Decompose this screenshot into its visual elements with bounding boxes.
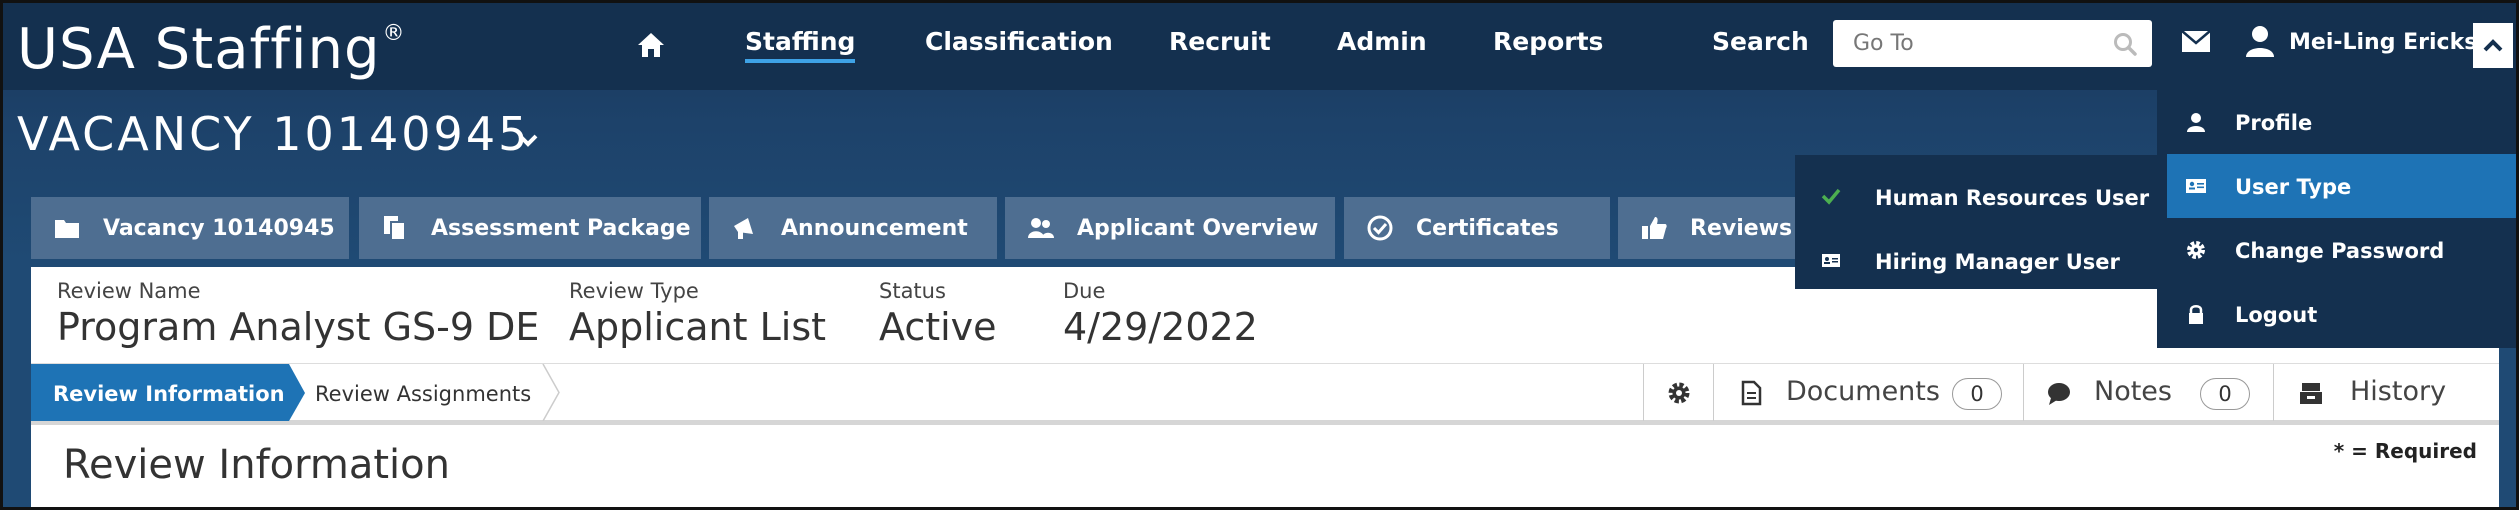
field-label: Due: [1063, 279, 1106, 303]
nav-admin[interactable]: Admin: [1337, 27, 1427, 56]
user-dropdown-menu: Profile User Type Change Password Logout: [2157, 90, 2516, 348]
search-icon[interactable]: [2112, 31, 2138, 57]
notes-count-badge: 0: [2200, 378, 2250, 410]
review-name-field: Review Name Program Analyst GS-9 DE: [57, 279, 539, 349]
subtab-review-assignments[interactable]: Review Assignments: [315, 382, 531, 406]
user-menu-toggle[interactable]: [2473, 23, 2513, 68]
subtab-label: Review Information: [53, 382, 285, 406]
nav-recruit[interactable]: Recruit: [1169, 27, 1271, 56]
menu-item-logout[interactable]: Logout: [2157, 282, 2516, 346]
nav-search[interactable]: Search: [1712, 27, 1809, 56]
user-type-label: Human Resources User: [1875, 186, 2150, 210]
id-card-icon: [1822, 254, 1840, 267]
due-field: Due 4/29/2022: [1063, 279, 1258, 349]
person-icon: [2187, 113, 2205, 132]
app-frame: USA Staffing® Staffing Classification Re…: [0, 0, 2519, 510]
menu-item-label: Logout: [2235, 303, 2318, 327]
field-label: Status: [879, 279, 946, 303]
chevron-up-icon: [2483, 39, 2503, 52]
user-type-submenu: Human Resources User Hiring Manager User: [1795, 155, 2157, 289]
menu-item-label: User Type: [2235, 175, 2352, 199]
user-type-label: Hiring Manager User: [1875, 250, 2120, 274]
tab-label: Certificates: [1416, 216, 1559, 241]
menu-item-label: Profile: [2235, 111, 2313, 135]
field-value: Program Analyst GS-9 DE: [57, 305, 540, 349]
field-value: 4/29/2022: [1063, 305, 1258, 349]
review-subtabs: Review Information Review Assignments Do…: [31, 363, 2499, 425]
tab-reviews[interactable]: Reviews: [1618, 197, 1808, 259]
field-label: Review Type: [569, 279, 699, 303]
required-note: * = Required: [2333, 439, 2477, 463]
tab-label: Assessment Package: [431, 216, 691, 241]
megaphone-icon: [734, 218, 753, 239]
checkmark-icon: [1821, 188, 1841, 205]
documents-label: Documents: [1786, 376, 1940, 407]
vacancy-title[interactable]: VACANCY 10140945: [17, 107, 530, 161]
notes-label: Notes: [2094, 376, 2172, 407]
review-type-field: Review Type Applicant List: [569, 279, 826, 349]
tab-assessment-package[interactable]: Assessment Package: [359, 197, 701, 259]
id-card-icon: [2186, 179, 2206, 193]
user-avatar-icon[interactable]: [2245, 25, 2275, 57]
tab-vacancy[interactable]: Vacancy 10140945: [31, 197, 349, 259]
tab-label: Announcement: [781, 216, 968, 241]
documents-button[interactable]: Documents 0: [1713, 364, 2023, 421]
tab-applicant-overview[interactable]: Applicant Overview: [1005, 197, 1335, 259]
nav-staffing[interactable]: Staffing: [745, 27, 856, 63]
logo-registered-mark: ®: [382, 21, 406, 46]
section-title: Review Information: [63, 442, 450, 488]
field-value: Active: [879, 305, 997, 349]
menu-item-change-password[interactable]: Change Password: [2157, 218, 2516, 282]
chevron-down-icon[interactable]: [517, 131, 539, 149]
nav-reports[interactable]: Reports: [1493, 27, 1603, 56]
folder-icon: [55, 220, 79, 238]
documents-count-badge: 0: [1952, 378, 2002, 410]
top-navigation-bar: USA Staffing® Staffing Classification Re…: [3, 3, 2516, 90]
archive-box-icon: [2300, 383, 2322, 404]
goto-input[interactable]: [1833, 20, 2103, 67]
app-logo[interactable]: USA Staffing®: [17, 17, 406, 82]
tab-label: Applicant Overview: [1077, 216, 1319, 241]
menu-item-user-type[interactable]: User Type: [2167, 154, 2516, 218]
menu-item-profile[interactable]: Profile: [2157, 90, 2516, 154]
tab-label: Reviews: [1690, 216, 1793, 241]
field-label: Review Name: [57, 279, 201, 303]
history-button[interactable]: History: [2273, 364, 2499, 421]
review-panel: Review Name Program Analyst GS-9 DE Revi…: [31, 267, 2499, 507]
user-type-hiring-manager[interactable]: Hiring Manager User: [1795, 229, 2157, 293]
nav-classification[interactable]: Classification: [925, 27, 1113, 56]
subtab-review-information[interactable]: Review Information: [31, 364, 289, 421]
history-label: History: [2350, 376, 2447, 407]
gear-icon: [1668, 382, 1690, 404]
status-field: Status Active: [879, 279, 997, 349]
document-icon: [1741, 380, 1762, 406]
tab-certificates[interactable]: Certificates: [1344, 197, 1610, 259]
subtab-divider-arrow: [542, 364, 560, 421]
tab-label: Vacancy 10140945: [103, 216, 335, 241]
documents-icon: [384, 216, 406, 241]
menu-item-label: Change Password: [2235, 239, 2445, 263]
lock-icon: [2189, 305, 2203, 324]
user-type-human-resources[interactable]: Human Resources User: [1795, 165, 2157, 229]
field-value: Applicant List: [569, 305, 827, 349]
settings-button[interactable]: [1643, 364, 1713, 421]
thumbs-up-icon: [1642, 217, 1667, 239]
tab-announcement[interactable]: Announcement: [709, 197, 997, 259]
goto-box: [1833, 20, 2152, 67]
check-circle-icon: [1367, 215, 1393, 241]
notes-button[interactable]: Notes 0: [2023, 364, 2273, 421]
people-icon: [1028, 218, 1054, 238]
gear-icon: [2187, 241, 2205, 259]
mail-icon[interactable]: [2181, 29, 2211, 55]
speech-bubble-icon: [2048, 383, 2070, 405]
logo-text: USA Staffing: [17, 17, 381, 82]
home-icon[interactable]: [635, 29, 667, 61]
subtab-active-arrow: [289, 364, 305, 421]
